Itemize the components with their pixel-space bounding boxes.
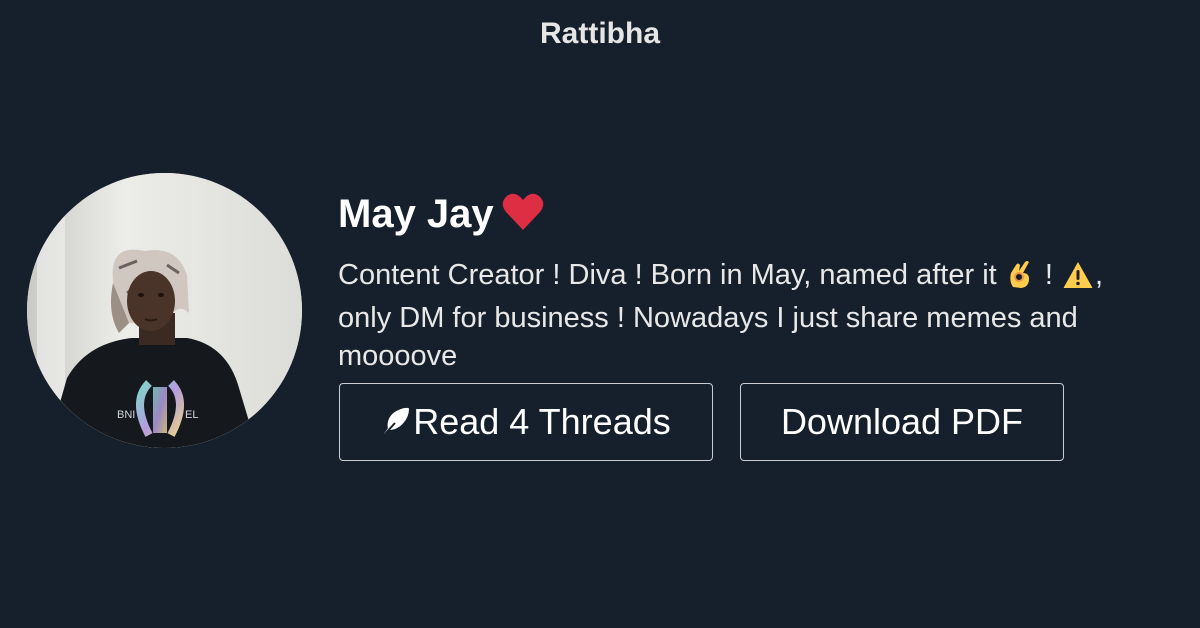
profile-name-text: May Jay <box>338 192 494 236</box>
read-threads-label: Read 4 Threads <box>413 401 671 442</box>
bio-line-1: Content Creator ! Diva ! Born in May, na… <box>338 256 1200 299</box>
svg-text:EL: EL <box>185 409 198 421</box>
download-pdf-button[interactable]: Download PDF <box>740 383 1064 461</box>
read-threads-button[interactable]: Read 4 Threads <box>339 383 713 461</box>
bio-line-3: moooove <box>338 340 458 372</box>
ok-hand-icon <box>1007 259 1035 299</box>
profile-bio: Content Creator ! Diva ! Born in May, na… <box>338 256 1200 375</box>
bio-line-2: only DM for business ! Nowadays I just s… <box>338 302 1078 334</box>
avatar-photo: BNI EL <box>27 173 302 448</box>
download-pdf-label: Download PDF <box>780 401 1024 442</box>
warning-icon <box>1063 261 1093 299</box>
bio-text-1c: , <box>1094 259 1104 291</box>
red-heart-icon <box>502 193 544 242</box>
profile-name: May Jay <box>338 190 544 242</box>
bio-text-1a: Content Creator ! Diva ! Born in May, na… <box>338 259 997 291</box>
svg-text:BNI: BNI <box>117 409 135 421</box>
bio-text-1b: ! <box>1044 259 1053 291</box>
site-name: Rattibha <box>540 17 660 50</box>
feather-icon <box>381 404 411 446</box>
profile-avatar: BNI EL <box>27 173 302 448</box>
